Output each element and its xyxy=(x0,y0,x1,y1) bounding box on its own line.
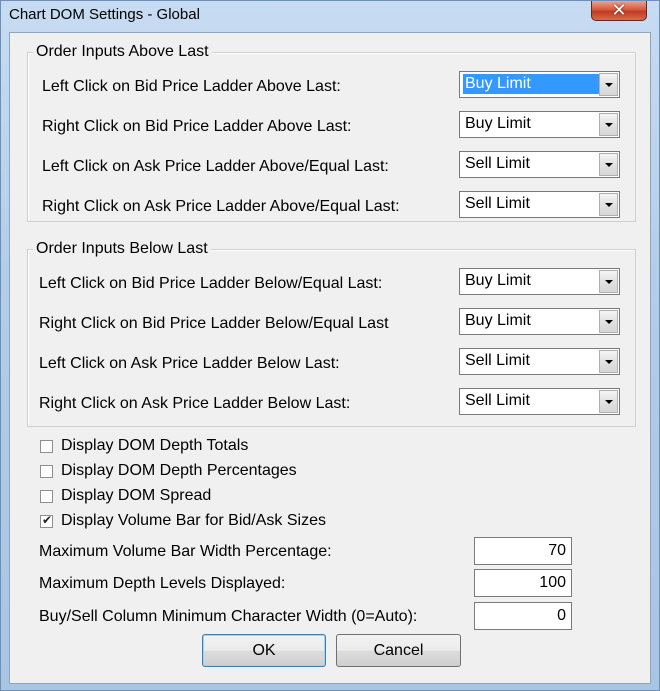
cancel-button[interactable]: Cancel xyxy=(336,634,461,667)
select-left-click-bid-above[interactable]: Buy Limit xyxy=(459,71,620,98)
label-right-click-ask-above: Right Click on Ask Price Ladder Above/Eq… xyxy=(42,198,400,215)
checkbox-label: Display Volume Bar for Bid/Ask Sizes xyxy=(61,512,326,529)
label-right-click-bid-below: Right Click on Bid Price Ladder Below/Eq… xyxy=(39,315,389,332)
ok-button[interactable]: OK xyxy=(202,634,326,667)
select-left-click-ask-above[interactable]: Sell Limit xyxy=(459,151,620,178)
select-right-click-bid-below[interactable]: Buy Limit xyxy=(459,308,620,335)
label-left-click-ask-below: Left Click on Ask Price Ladder Below Las… xyxy=(39,355,340,372)
dialog-client: Order Inputs Above Last Left Click on Bi… xyxy=(9,32,651,684)
chevron-down-icon[interactable] xyxy=(599,310,618,333)
input-max-volume-bar-width[interactable]: 70 xyxy=(474,537,572,565)
label-min-char-width: Buy/Sell Column Minimum Character Width … xyxy=(39,608,418,625)
label-left-click-ask-above: Left Click on Ask Price Ladder Above/Equ… xyxy=(42,158,389,175)
select-right-click-ask-below[interactable]: Sell Limit xyxy=(459,388,620,415)
select-value: Buy Limit xyxy=(463,74,601,94)
select-left-click-bid-below[interactable]: Buy Limit xyxy=(459,268,620,295)
select-value: Sell Limit xyxy=(465,352,530,369)
input-max-depth-levels[interactable]: 100 xyxy=(474,569,572,597)
chevron-down-icon[interactable] xyxy=(599,193,618,216)
title-bar[interactable]: Chart DOM Settings - Global ✕ xyxy=(1,0,659,31)
input-min-char-width[interactable]: 0 xyxy=(474,602,572,630)
checkbox-volume-bar[interactable] xyxy=(40,513,53,528)
window-title: Chart DOM Settings - Global xyxy=(9,6,200,23)
label-max-depth-levels: Maximum Depth Levels Displayed: xyxy=(39,575,286,592)
select-value: Sell Limit xyxy=(465,392,530,409)
close-icon: ✕ xyxy=(611,0,627,20)
checkbox-label: Display DOM Spread xyxy=(61,487,212,504)
dialog-window: Chart DOM Settings - Global ✕ Order Inpu… xyxy=(0,0,660,691)
chevron-down-icon[interactable] xyxy=(599,153,618,176)
checkbox-label: Display DOM Depth Percentages xyxy=(61,462,297,479)
group-title-above: Order Inputs Above Last xyxy=(33,42,212,62)
group-title-below: Order Inputs Below Last xyxy=(33,239,211,259)
label-max-volume-bar-width: Maximum Volume Bar Width Percentage: xyxy=(39,543,332,560)
checkbox-label: Display DOM Depth Totals xyxy=(61,437,249,454)
chevron-down-icon[interactable] xyxy=(599,390,618,413)
select-value: Sell Limit xyxy=(465,155,530,172)
select-value: Buy Limit xyxy=(465,272,531,289)
label-left-click-bid-below: Left Click on Bid Price Ladder Below/Equ… xyxy=(39,275,383,292)
label-right-click-ask-below: Right Click on Ask Price Ladder Below La… xyxy=(39,395,351,412)
select-value: Buy Limit xyxy=(465,115,531,132)
label-right-click-bid-above: Right Click on Bid Price Ladder Above La… xyxy=(42,118,352,135)
select-value: Sell Limit xyxy=(465,195,530,212)
chevron-down-icon[interactable] xyxy=(599,350,618,373)
select-right-click-bid-above[interactable]: Buy Limit xyxy=(459,111,620,138)
chevron-down-icon[interactable] xyxy=(599,73,618,96)
checkbox-depth-totals[interactable] xyxy=(40,440,53,453)
select-value: Buy Limit xyxy=(465,312,531,329)
chevron-down-icon[interactable] xyxy=(599,113,618,136)
select-left-click-ask-below[interactable]: Sell Limit xyxy=(459,348,620,375)
chevron-down-icon[interactable] xyxy=(599,270,618,293)
label-left-click-bid-above: Left Click on Bid Price Ladder Above Las… xyxy=(42,78,341,95)
checkbox-dom-spread[interactable] xyxy=(40,490,53,503)
select-right-click-ask-above[interactable]: Sell Limit xyxy=(459,191,620,218)
checkbox-depth-percentages[interactable] xyxy=(40,465,53,478)
close-button[interactable]: ✕ xyxy=(591,0,647,21)
